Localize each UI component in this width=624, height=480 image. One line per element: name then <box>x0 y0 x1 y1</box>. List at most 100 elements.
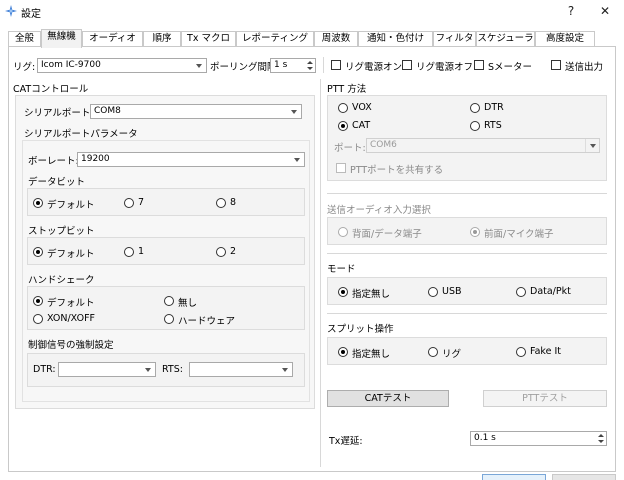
serial-port-select[interactable]: COM8 <box>90 104 302 119</box>
data-bits-label: データビット <box>28 177 86 188</box>
rig-label: リグ: <box>13 62 36 73</box>
tx-delay-label: Tx遅延: <box>329 436 363 447</box>
split-fake-it-radio[interactable] <box>516 347 526 357</box>
tx-audio-source-group: 背面/データ端子 前面/マイク端子 <box>327 217 607 245</box>
radio-settings-panel: リグ: Icom IC-9700 ポーリング間隔: 1 s リグ電源オン リグ電… <box>8 46 616 472</box>
stop-bits-default-radio[interactable] <box>33 247 43 257</box>
force-control-lines-group: DTR: RTS: <box>27 353 305 387</box>
rig-power-on-checkbox[interactable] <box>331 60 341 70</box>
spin-up-icon[interactable] <box>307 61 313 64</box>
audio-front-mic-radio[interactable] <box>470 227 480 237</box>
chevron-down-icon <box>585 139 599 152</box>
mode-usb-radio[interactable] <box>428 287 438 297</box>
tab-filters[interactable]: フィルタ <box>433 31 476 47</box>
ptt-cat-label: CAT <box>352 120 371 131</box>
audio-rear-data-radio[interactable] <box>338 227 348 237</box>
tab-sequencing[interactable]: 順序 <box>143 31 181 47</box>
ok-button[interactable] <box>482 474 546 480</box>
handshake-hardware-label: ハードウェア <box>178 316 236 327</box>
stop-bits-default-label: デフォルト <box>47 249 95 260</box>
spin-down-icon[interactable] <box>598 440 604 443</box>
ptt-vox-radio[interactable] <box>338 103 348 113</box>
mode-data-pkt-radio[interactable] <box>516 287 526 297</box>
data-bits-default-label: デフォルト <box>47 200 95 211</box>
rts-select[interactable] <box>189 362 293 377</box>
split-operation-title: スプリット操作 <box>327 324 394 335</box>
rig-power-off-checkbox[interactable] <box>402 60 412 70</box>
audio-front-mic-label: 前面/マイク端子 <box>484 229 554 240</box>
tab-audio[interactable]: オーディオ <box>82 31 143 47</box>
stop-bits-2-label: 2 <box>230 246 237 257</box>
mode-usb-label: USB <box>442 286 462 297</box>
help-button[interactable]: ? <box>558 2 584 22</box>
rig-value: Icom IC-9700 <box>41 60 101 70</box>
ptt-dtr-radio[interactable] <box>470 103 480 113</box>
split-operation-group: 指定無し リグ Fake It <box>327 337 607 365</box>
baud-rate-select[interactable]: 19200 <box>77 152 305 167</box>
stop-bits-2-radio[interactable] <box>216 247 226 257</box>
stop-bits-1-radio[interactable] <box>124 247 134 257</box>
test-cat-button[interactable]: CATテスト <box>327 390 449 407</box>
cancel-button[interactable] <box>552 474 616 480</box>
tab-radio[interactable]: 無線機 <box>41 29 82 48</box>
divider <box>327 193 607 194</box>
tab-advanced[interactable]: 高度設定 <box>535 31 595 47</box>
tab-scheduler[interactable]: スケジューラ <box>476 31 535 47</box>
rig-power-off-label: リグ電源オフ <box>416 62 474 73</box>
ptt-rts-radio[interactable] <box>470 121 480 131</box>
settings-app-icon <box>5 5 17 17</box>
ptt-cat-radio[interactable] <box>338 121 348 131</box>
tab-reporting[interactable]: レポーティング <box>236 31 314 47</box>
split-none-radio[interactable] <box>338 347 348 357</box>
handshake-default-radio[interactable] <box>33 296 43 306</box>
s-meter-checkbox[interactable] <box>474 60 484 70</box>
handshake-none-radio[interactable] <box>164 296 174 306</box>
polling-interval-value: 1 s <box>274 60 288 70</box>
close-button[interactable]: ✕ <box>592 2 618 22</box>
ptt-port-value: COM6 <box>370 140 397 150</box>
divider <box>323 57 324 73</box>
rig-power-on-label: リグ電源オン <box>345 62 403 73</box>
data-bits-7-radio[interactable] <box>124 198 134 208</box>
handshake-none-label: 無し <box>178 298 198 309</box>
handshake-label: ハンドシェーク <box>28 275 95 286</box>
s-meter-label: Sメーター <box>488 62 533 73</box>
ptt-method-group: VOX DTR CAT RTS ポート: COM6 PTTポートを共有する <box>327 95 607 181</box>
stop-bits-label: ストップビット <box>28 226 95 237</box>
data-bits-8-radio[interactable] <box>216 198 226 208</box>
chevron-down-icon <box>291 110 297 114</box>
chevron-down-icon <box>282 368 288 372</box>
share-ptt-port-checkbox[interactable] <box>336 163 346 173</box>
tab-colors[interactable]: 通知・色付け <box>358 31 433 47</box>
window-title: 設定 <box>21 9 41 20</box>
split-rig-radio[interactable] <box>428 347 438 357</box>
mode-group: 指定無し USB Data/Pkt <box>327 277 607 305</box>
baud-rate-label: ボーレート: <box>28 156 79 167</box>
split-fake-it-label: Fake It <box>530 346 561 357</box>
ptt-method-title: PTT 方法 <box>327 84 367 95</box>
tab-frequencies[interactable]: 周波数 <box>314 31 358 47</box>
dtr-select[interactable] <box>58 362 156 377</box>
handshake-hardware-radio[interactable] <box>164 314 174 324</box>
force-control-lines-label: 制御信号の強制設定 <box>28 340 114 351</box>
ptt-port-select[interactable]: COM6 <box>366 138 600 153</box>
ptt-port-label: ポート: <box>334 143 366 154</box>
spin-up-icon[interactable] <box>598 434 604 437</box>
rig-select[interactable]: Icom IC-9700 <box>37 58 207 73</box>
divider <box>327 253 607 254</box>
spin-down-icon[interactable] <box>307 67 313 70</box>
stop-bits-1-label: 1 <box>138 246 145 257</box>
data-bits-default-radio[interactable] <box>33 198 43 208</box>
tx-output-checkbox[interactable] <box>551 60 561 70</box>
test-ptt-button[interactable]: PTTテスト <box>483 390 607 407</box>
ptt-dtr-label: DTR <box>484 102 504 113</box>
mode-title: モード <box>327 264 356 275</box>
tx-delay-spinbox[interactable]: 0.1 s <box>470 431 607 446</box>
polling-interval-spinbox[interactable]: 1 s <box>270 58 316 73</box>
tab-tx-macros[interactable]: Tx マクロ <box>181 31 236 47</box>
tab-general[interactable]: 全般 <box>8 31 41 47</box>
handshake-xon-xoff-radio[interactable] <box>33 314 43 324</box>
mode-none-radio[interactable] <box>338 287 348 297</box>
split-none-label: 指定無し <box>352 349 391 360</box>
title-bar: 設定 ? ✕ <box>0 0 624 24</box>
